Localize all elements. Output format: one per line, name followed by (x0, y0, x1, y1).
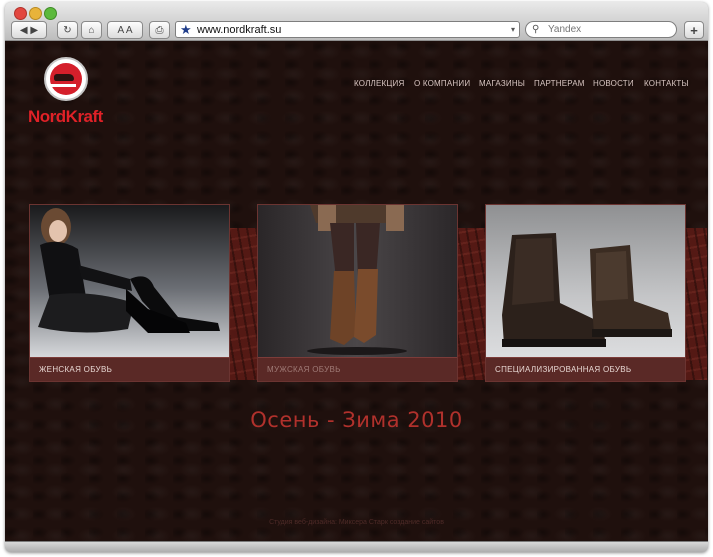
search-input[interactable] (548, 23, 668, 36)
category-caption-men[interactable]: МУЖСКАЯ ОБУВЬ (258, 357, 457, 381)
address-bar[interactable]: ★ www.nordkraft.su ▾ (175, 21, 520, 38)
home-icon[interactable]: ⌂ (81, 21, 102, 39)
season-title: Осень - Зима 2010 (250, 408, 463, 432)
search-icon[interactable]: ⚲ (532, 22, 539, 38)
back-forward-button[interactable]: ◀ ▶ (11, 21, 47, 39)
men-boots-photo[interactable] (258, 205, 457, 357)
category-men[interactable]: МУЖСКАЯ ОБУВЬ (257, 204, 458, 382)
search-box[interactable]: ⚲ (525, 21, 677, 38)
close-window-button[interactable] (14, 7, 27, 20)
new-tab-button[interactable]: + (684, 21, 704, 39)
category-special[interactable]: СПЕЦИАЛИЗИРОВАННАЯ ОБУВЬ (485, 204, 686, 382)
bookmark-star-icon[interactable]: ★ (180, 22, 192, 38)
zoom-window-button[interactable] (44, 7, 57, 20)
status-bar (5, 541, 708, 552)
category-caption-women[interactable]: ЖЕНСКАЯ ОБУВЬ (30, 357, 229, 381)
chevron-down-icon[interactable]: ▾ (511, 22, 515, 38)
category-women[interactable]: ЖЕНСКАЯ ОБУВЬ (29, 204, 230, 382)
category-label-women[interactable]: ЖЕНСКАЯ ОБУВЬ (39, 365, 112, 374)
web-page: NordKraft КОЛЛЕКЦИЯ О КОМПАНИИ МАГАЗИНЫ … (5, 41, 708, 541)
special-boots-photo[interactable] (486, 205, 685, 357)
nav-item-shops[interactable]: МАГАЗИНЫ (479, 79, 525, 88)
address-url[interactable]: www.nordkraft.su (197, 22, 281, 38)
site-logo[interactable]: NordKraft (28, 57, 108, 133)
logo-emblem-icon (44, 57, 88, 101)
women-boots-photo[interactable] (30, 205, 229, 357)
nav-item-partners[interactable]: ПАРТНЕРАМ (534, 79, 585, 88)
browser-toolbar: ◀ ▶ ↻ ⌂ A A ⎙ ★ www.nordkraft.su ▾ ⚲ + (5, 2, 708, 41)
browser-window: ◀ ▶ ↻ ⌂ A A ⎙ ★ www.nordkraft.su ▾ ⚲ + N… (5, 2, 708, 552)
footer-credit[interactable]: Студия веб-дизайна: Миксера Старк создан… (5, 519, 708, 526)
logo-text: NordKraft (28, 107, 103, 126)
nav-item-collection[interactable]: КОЛЛЕКЦИЯ (354, 79, 404, 88)
category-label-special[interactable]: СПЕЦИАЛИЗИРОВАННАЯ ОБУВЬ (495, 365, 631, 374)
print-icon[interactable]: ⎙ (149, 21, 170, 39)
nav-item-about[interactable]: О КОМПАНИИ (414, 79, 470, 88)
nav-item-contacts[interactable]: КОНТАКТЫ (644, 79, 689, 88)
font-size-button[interactable]: A A (107, 21, 143, 39)
category-label-men[interactable]: МУЖСКАЯ ОБУВЬ (267, 365, 341, 374)
reload-icon[interactable]: ↻ (57, 21, 78, 39)
minimize-window-button[interactable] (29, 7, 42, 20)
category-caption-special[interactable]: СПЕЦИАЛИЗИРОВАННАЯ ОБУВЬ (486, 357, 685, 381)
nav-item-news[interactable]: НОВОСТИ (593, 79, 634, 88)
